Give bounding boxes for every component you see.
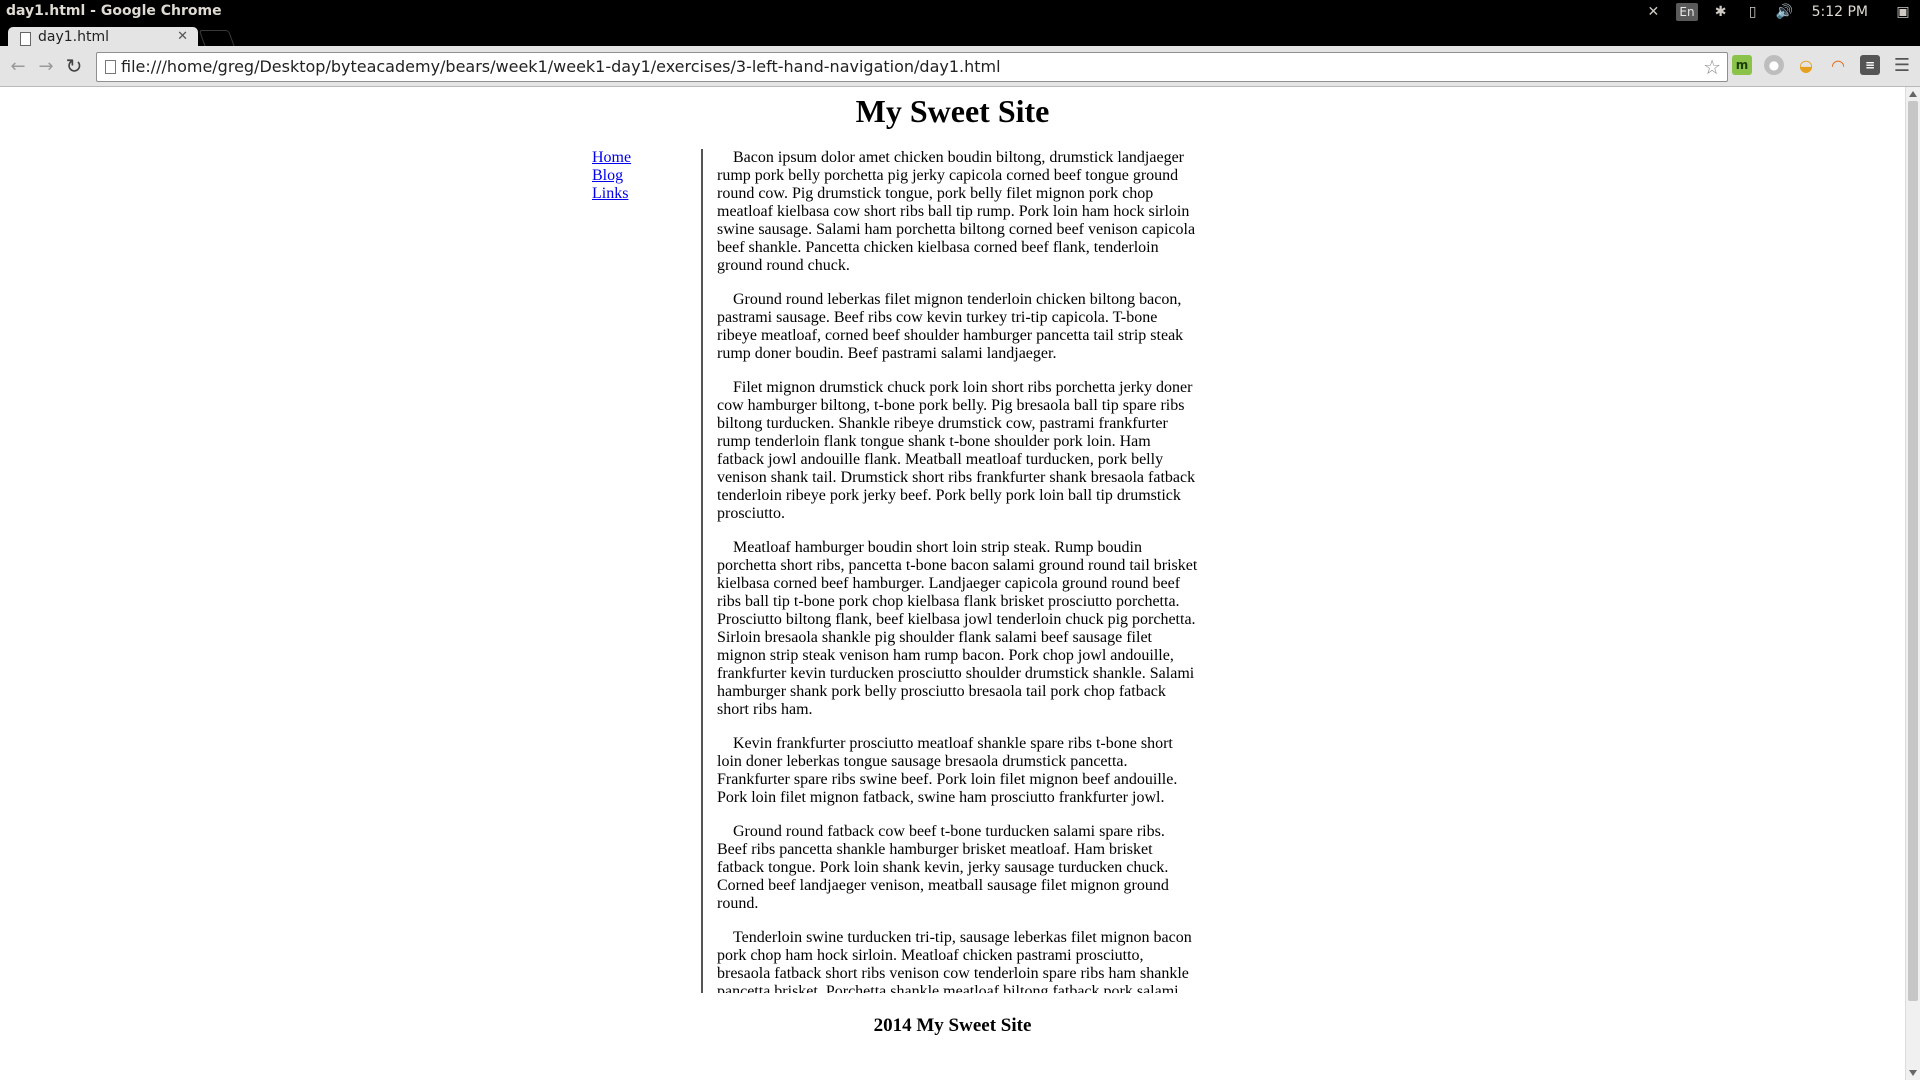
nav-link-blog[interactable]: Blog [592,167,631,185]
rss-extension-icon[interactable]: ◠ [1828,55,1848,75]
address-bar[interactable]: file:///home/greg/Desktop/byteacademy/be… [96,52,1728,82]
circle-extension-icon[interactable]: ● [1764,55,1784,75]
content-paragraph: Tenderloin swine turducken tri-tip, saus… [717,929,1192,993]
incognito-extension-icon[interactable]: ≡ [1860,55,1880,75]
food-extension-icon[interactable]: ◒ [1796,55,1816,75]
os-top-panel: day1.html - Google Chrome ✕ En ✱ ▯ 🔊 5:1… [0,0,1920,24]
scrollbar-thumb[interactable] [1908,101,1918,1001]
bluetooth-icon[interactable]: ✱ [1712,3,1730,21]
main-content[interactable]: Bacon ipsum dolor amet chicken boudin bi… [717,149,1199,993]
clock[interactable]: 5:12 PM [1812,4,1868,20]
system-tray: ✕ En ✱ ▯ 🔊 5:12 PM ▣ [1630,0,1920,24]
reload-icon[interactable]: ↻ [62,54,86,78]
page-scrollbar[interactable] [1905,87,1920,1080]
left-navigation: Home Blog Links [592,149,631,203]
page-viewport: My Sweet Site Home Blog Links Bacon ipsu… [0,87,1905,1080]
content-paragraph: Kevin frankfurter prosciutto meatloaf sh… [717,735,1178,806]
window-title: day1.html - Google Chrome [6,3,222,19]
nav-link-links[interactable]: Links [592,185,631,203]
content-paragraph: Ground round leberkas filet mignon tende… [717,291,1184,362]
page-icon [20,32,31,46]
extensions-bar: m ● ◒ ◠ ≡ ☰ [1732,55,1920,76]
content-paragraph: Ground round fatback cow beef t-bone tur… [717,823,1169,912]
url-text[interactable]: file:///home/greg/Desktop/byteacademy/be… [121,57,1001,76]
nav-divider [701,149,703,993]
volume-icon[interactable]: 🔊 [1776,3,1794,21]
nav-link-home[interactable]: Home [592,149,631,167]
content-paragraph: Bacon ipsum dolor amet chicken boudin bi… [717,149,1196,274]
scroll-down-arrow-icon[interactable] [1909,1070,1917,1076]
pin-icon[interactable]: ✕ [1644,3,1662,21]
tab-strip: day1.html ✕ [0,24,1920,49]
back-arrow-icon[interactable]: ← [6,54,30,78]
tab-label: day1.html [38,29,109,45]
system-menu-icon[interactable]: ▣ [1894,3,1912,21]
battery-icon[interactable]: ▯ [1744,3,1762,21]
scroll-up-arrow-icon[interactable] [1909,91,1917,97]
bookmark-star-icon[interactable]: ☆ [1703,55,1721,79]
input-lang-indicator[interactable]: En [1676,3,1698,21]
page-footer: 2014 My Sweet Site [873,1015,1032,1036]
content-paragraph: Meatloaf hamburger boudin short loin str… [717,539,1198,718]
close-icon[interactable]: ✕ [177,29,188,44]
content-paragraph: Filet mignon drumstick chuck pork loin s… [717,379,1196,522]
forward-arrow-icon[interactable]: → [34,54,58,78]
m-extension-icon[interactable]: m [1732,55,1752,75]
chrome-menu-icon[interactable]: ☰ [1892,55,1912,76]
browser-toolbar: ← → ↻ file:///home/greg/Desktop/byteacad… [0,46,1920,87]
page-title: My Sweet Site [855,93,1050,129]
page-icon [105,60,116,74]
